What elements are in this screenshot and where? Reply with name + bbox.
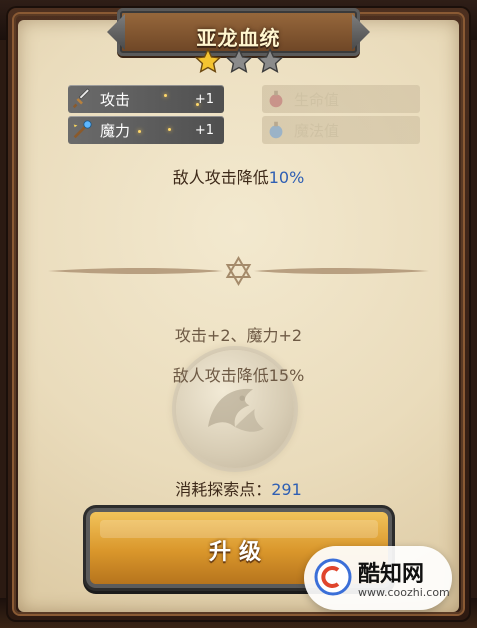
sparkle	[138, 130, 141, 133]
stat-attack-value: +1	[194, 91, 214, 107]
skill-upgrade-screen: 亚龙血统 攻击 +1 魔力 +1 生命值 魔法值 敌人攻击降低10% 攻击+2、…	[0, 0, 477, 628]
sparkle	[168, 128, 171, 131]
stat-health: 生命值	[262, 85, 420, 113]
star-empty-icon	[256, 47, 284, 75]
staff-icon	[68, 116, 96, 144]
star-rating	[194, 47, 284, 75]
star-filled-icon	[194, 47, 222, 75]
stat-health-label: 生命值	[294, 90, 340, 109]
current-effect-text: 敌人攻击降低	[172, 168, 269, 187]
upgrade-cost: 消耗探索点：291	[18, 476, 459, 500]
stat-mana-label: 魔法值	[294, 121, 340, 140]
current-effect-value: 10%	[268, 168, 305, 187]
stat-magic-value: +1	[194, 122, 214, 138]
mana-potion-icon	[262, 116, 290, 144]
next-level-bonus: 攻击+2、魔力+2	[174, 326, 303, 345]
watermark-url: www.coozhi.com	[358, 586, 450, 599]
current-effect: 敌人攻击降低10%	[18, 164, 459, 188]
stat-magic-label: 魔力	[100, 121, 131, 140]
cost-label: 消耗探索点：	[175, 480, 272, 499]
stat-magic: 魔力 +1	[68, 116, 224, 144]
ornamental-divider	[48, 256, 429, 286]
next-level-effect: 敌人攻击降低15%	[172, 366, 305, 385]
health-potion-icon	[262, 85, 290, 113]
sword-icon	[68, 85, 96, 113]
stat-mana: 魔法值	[262, 116, 420, 144]
hexagram-icon	[225, 256, 252, 286]
star-empty-icon	[225, 47, 253, 75]
watermark-logo-icon	[314, 558, 352, 596]
stat-attack-label: 攻击	[100, 90, 131, 109]
stat-attack: 攻击 +1	[68, 85, 224, 113]
cost-value: 291	[271, 480, 302, 499]
watermark: 酷知网 www.coozhi.com	[304, 546, 452, 610]
watermark-name: 酷知网	[358, 562, 425, 587]
sparkle	[164, 94, 167, 97]
